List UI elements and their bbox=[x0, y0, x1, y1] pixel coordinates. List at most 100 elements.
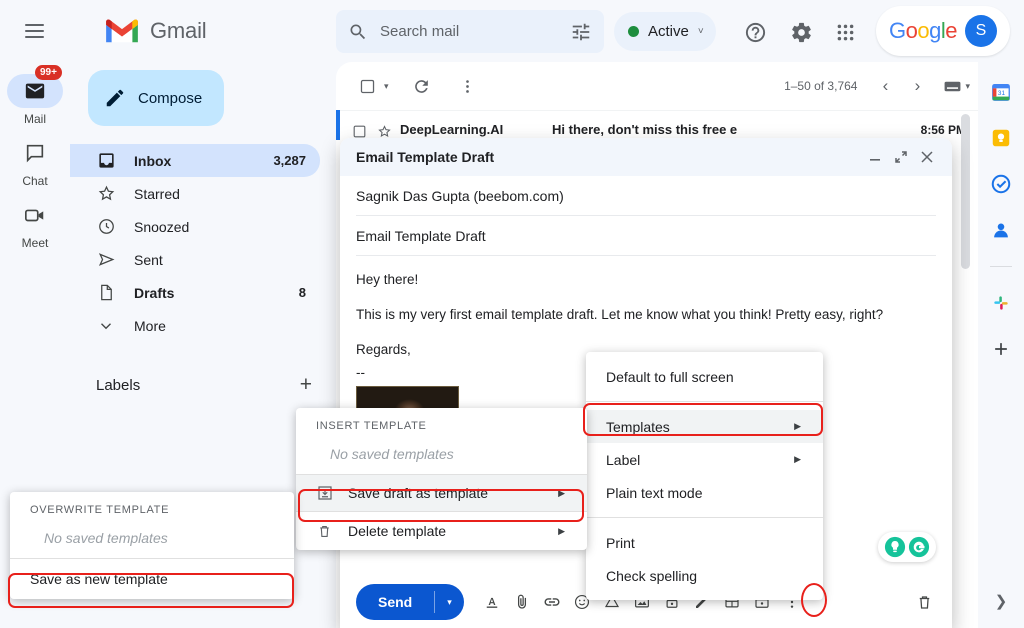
attach-file-icon[interactable] bbox=[508, 588, 536, 616]
chevron-down-icon bbox=[96, 316, 116, 336]
menu-label-plain-text-mode: Plain text mode bbox=[606, 485, 801, 501]
rail-item-chat[interactable]: Chat bbox=[4, 136, 66, 188]
send-icon bbox=[96, 250, 116, 270]
menu-item-print[interactable]: Print bbox=[586, 526, 823, 559]
hamburger-icon[interactable] bbox=[10, 7, 58, 55]
select-caret-icon[interactable]: ▾ bbox=[384, 81, 389, 92]
gmail-logo[interactable]: Gmail bbox=[103, 17, 206, 45]
body-line-1: Hey there! bbox=[356, 270, 936, 291]
unread-indicator bbox=[336, 110, 340, 140]
menu-label-templates: Templates bbox=[606, 419, 774, 435]
slack-icon[interactable] bbox=[989, 291, 1013, 315]
search-input[interactable]: Search mail bbox=[336, 10, 604, 53]
menu-item-plain-text-mode[interactable]: Plain text mode bbox=[586, 476, 823, 509]
gear-icon[interactable] bbox=[786, 17, 816, 47]
google-tasks-icon[interactable] bbox=[989, 172, 1013, 196]
rail-item-mail[interactable]: 99+ Mail bbox=[4, 74, 66, 126]
recipient-value: Sagnik Das Gupta (beebom.com) bbox=[356, 188, 564, 204]
sidebar-item-starred[interactable]: Starred bbox=[70, 177, 320, 210]
help-icon[interactable] bbox=[740, 17, 770, 47]
grammarly-bulb-icon bbox=[884, 536, 906, 558]
menu-item-save-draft-as-template[interactable]: Save draft as template ▶ bbox=[296, 475, 587, 511]
sidebar-item-more[interactable]: More bbox=[70, 309, 320, 342]
pagination-count: 1–50 of 3,764 bbox=[784, 79, 857, 93]
pagination: 1–50 of 3,764 ‹ › ▾ bbox=[784, 72, 970, 100]
send-label: Send bbox=[356, 594, 434, 610]
recipient-field[interactable]: Sagnik Das Gupta (beebom.com) bbox=[356, 176, 936, 216]
mail-list-scrollbar[interactable] bbox=[961, 114, 970, 624]
compose-label: Compose bbox=[138, 90, 202, 107]
insert-link-icon[interactable] bbox=[538, 588, 566, 616]
scrollbar-thumb[interactable] bbox=[961, 114, 970, 269]
compose-button[interactable]: Compose bbox=[88, 70, 224, 126]
format-text-icon[interactable] bbox=[478, 588, 506, 616]
keyboard-icon bbox=[943, 79, 962, 94]
mail-icon: 99+ bbox=[7, 74, 63, 108]
google-calendar-icon[interactable]: 31 bbox=[989, 80, 1013, 104]
plus-icon[interactable]: + bbox=[300, 373, 312, 397]
clock-icon bbox=[96, 217, 116, 237]
tune-icon[interactable] bbox=[570, 21, 592, 43]
row-checkbox-icon[interactable] bbox=[352, 124, 367, 139]
expand-icon[interactable] bbox=[888, 144, 914, 170]
chevron-left-icon[interactable]: ‹ bbox=[871, 72, 899, 100]
chevron-right-icon[interactable]: › bbox=[903, 72, 931, 100]
menu-label-default-full-screen: Default to full screen bbox=[606, 369, 801, 385]
menu-item-templates[interactable]: Templates ▶ bbox=[586, 410, 823, 443]
body-line-2: This is my very first email template dra… bbox=[356, 305, 936, 326]
menu-label-delete-template: Delete template bbox=[348, 523, 538, 539]
apps-grid-icon[interactable] bbox=[830, 17, 860, 47]
rail-divider bbox=[990, 266, 1012, 267]
submenu-arrow-icon: ▶ bbox=[558, 526, 565, 537]
mail-snippet: Hi there, don't miss this free e bbox=[552, 122, 904, 137]
draft-icon bbox=[96, 283, 116, 303]
overwrite-template-submenu: OVERWRITE TEMPLATE No saved templates Sa… bbox=[10, 492, 294, 599]
menu-item-save-as-new-template[interactable]: Save as new template bbox=[10, 559, 294, 599]
google-wordmark: Google bbox=[889, 18, 957, 44]
menu-item-check-spelling[interactable]: Check spelling bbox=[586, 559, 823, 592]
menu-item-label[interactable]: Label ▶ bbox=[586, 443, 823, 476]
delete-template-icon bbox=[316, 523, 338, 540]
inbox-icon bbox=[96, 151, 116, 171]
grammarly-widget[interactable] bbox=[878, 532, 936, 562]
unread-badge: 99+ bbox=[35, 65, 62, 80]
compose-titlebar[interactable]: Email Template Draft bbox=[340, 138, 952, 176]
google-keep-icon[interactable] bbox=[989, 126, 1013, 150]
row-star-icon[interactable] bbox=[377, 124, 392, 139]
sidebar-item-drafts[interactable]: Drafts 8 bbox=[70, 276, 320, 309]
menu-label-label: Label bbox=[606, 452, 774, 468]
input-tools-button[interactable]: ▾ bbox=[935, 79, 970, 94]
menu-item-default-full-screen[interactable]: Default to full screen bbox=[586, 360, 823, 393]
rail-item-meet[interactable]: Meet bbox=[4, 198, 66, 250]
more-vertical-icon[interactable] bbox=[453, 71, 483, 101]
gmail-app: Gmail Search mail Active ˅ Go bbox=[0, 0, 1024, 628]
submenu-arrow-icon: ▶ bbox=[794, 421, 801, 432]
account-chip[interactable]: Google S bbox=[876, 6, 1010, 56]
sidebar-item-snoozed[interactable]: Snoozed bbox=[70, 210, 320, 243]
delete-draft-icon[interactable] bbox=[910, 588, 938, 616]
input-tools-caret-icon: ▾ bbox=[965, 81, 970, 92]
google-contacts-icon[interactable] bbox=[989, 218, 1013, 242]
list-toolbar: ▾ 1–50 of 3,764 ‹ › ▾ bbox=[336, 62, 978, 110]
send-caret-icon[interactable]: ▾ bbox=[435, 597, 464, 608]
avatar[interactable]: S bbox=[965, 15, 997, 47]
star-icon bbox=[96, 184, 116, 204]
status-badge[interactable]: Active ˅ bbox=[614, 12, 716, 51]
minimize-icon[interactable] bbox=[862, 144, 888, 170]
compose-title: Email Template Draft bbox=[356, 149, 862, 165]
checkbox-icon[interactable] bbox=[352, 71, 382, 101]
close-icon[interactable] bbox=[914, 144, 940, 170]
menu-item-delete-template[interactable]: Delete template ▶ bbox=[296, 512, 587, 550]
search-icon bbox=[348, 22, 368, 42]
templates-section-title: INSERT TEMPLATE bbox=[296, 416, 587, 442]
templates-empty-text: No saved templates bbox=[296, 442, 587, 474]
rail-label-mail: Mail bbox=[24, 112, 46, 126]
sidebar-item-sent[interactable]: Sent bbox=[70, 243, 320, 276]
send-button[interactable]: Send ▾ bbox=[356, 584, 464, 620]
chevron-right-icon[interactable]: ❯ bbox=[995, 592, 1008, 610]
sidebar-item-inbox[interactable]: Inbox 3,287 bbox=[70, 144, 320, 177]
subject-value: Email Template Draft bbox=[356, 228, 486, 244]
subject-field[interactable]: Email Template Draft bbox=[356, 216, 936, 256]
refresh-icon[interactable] bbox=[407, 71, 437, 101]
add-addon-icon[interactable] bbox=[989, 337, 1013, 361]
